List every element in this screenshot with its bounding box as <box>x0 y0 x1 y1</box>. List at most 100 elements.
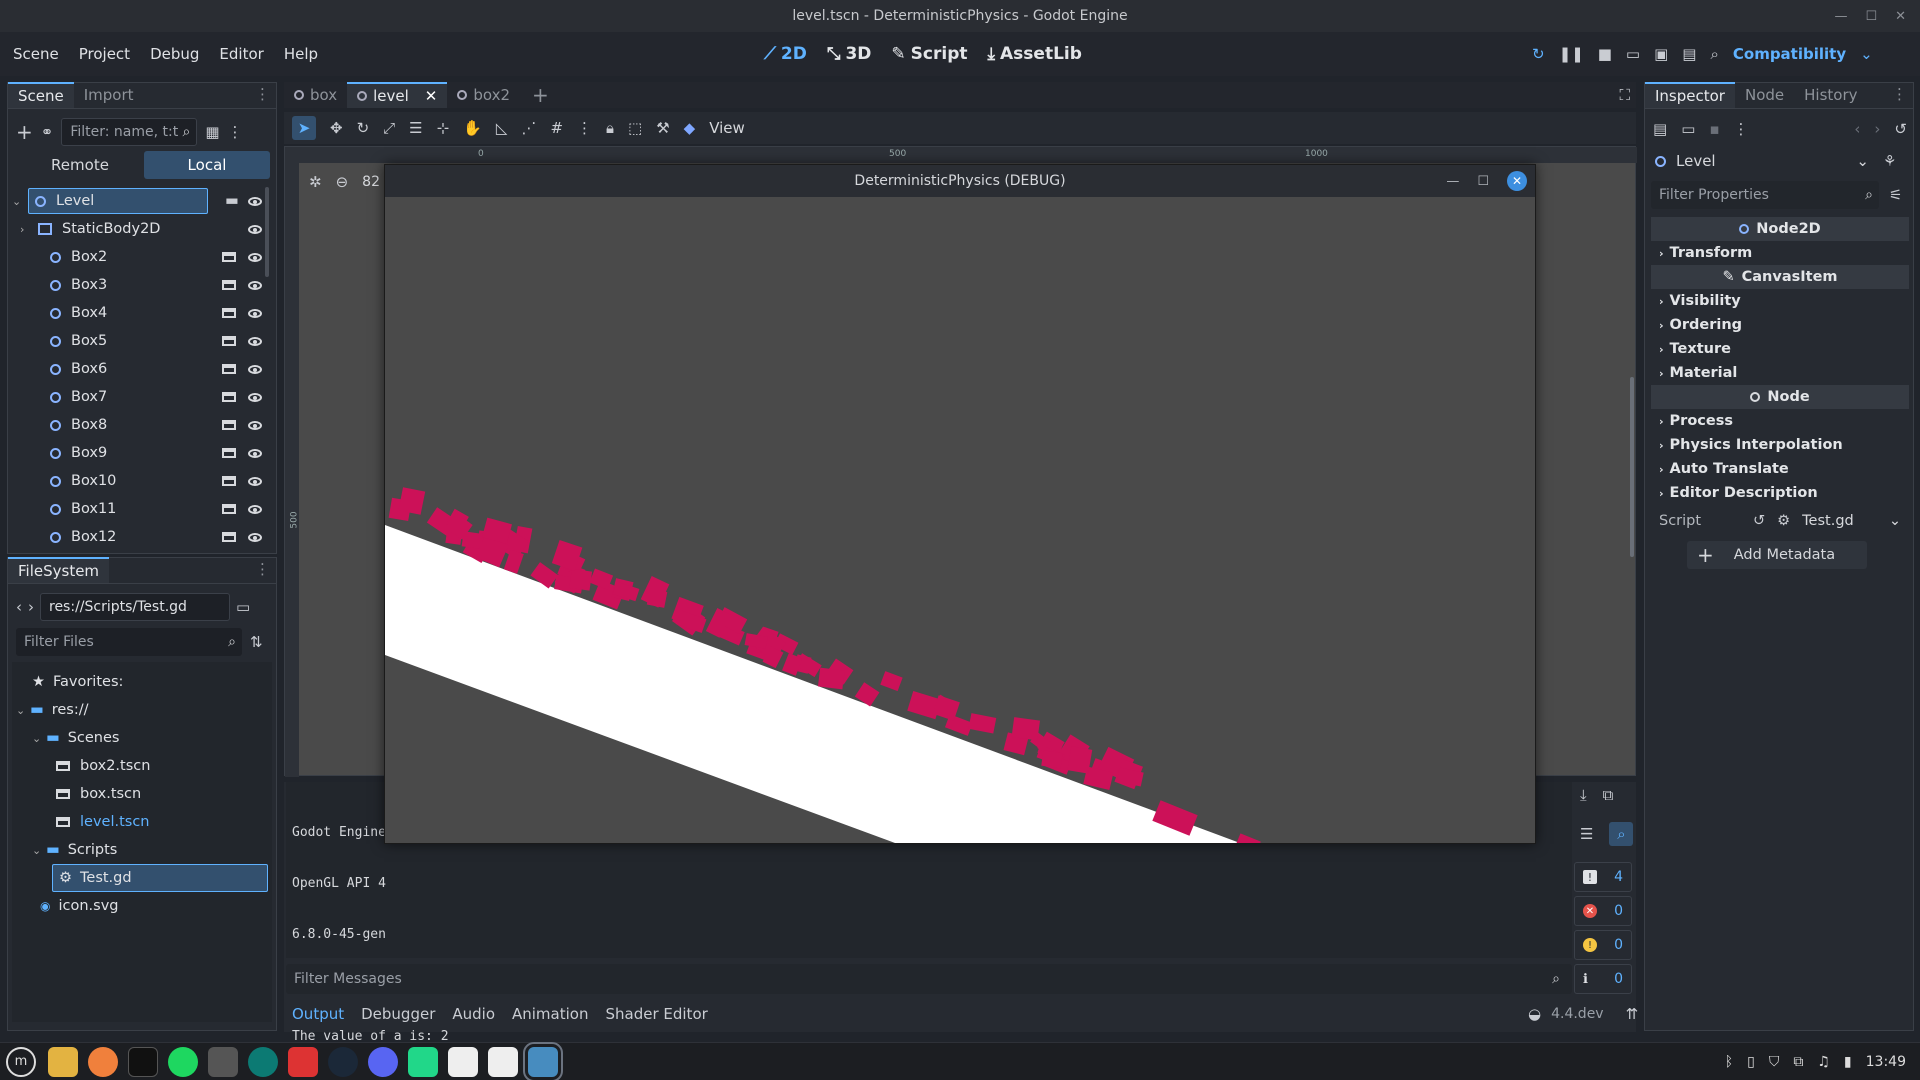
filter-warnings-toggle[interactable]: ! 0 <box>1574 930 1632 960</box>
main-script-button[interactable]: ✎ Script <box>891 44 967 64</box>
visibility-eye-icon[interactable] <box>248 392 262 402</box>
favorites-row[interactable]: ★ Favorites: <box>32 668 123 696</box>
main-3d-button[interactable]: ⤡ 3D <box>827 44 872 64</box>
game-window[interactable]: DeterministicPhysics (DEBUG) — ☐ ✕ <box>384 164 1536 844</box>
visibility-eye-icon[interactable] <box>248 336 262 346</box>
section-visibility[interactable]: › Visibility <box>1651 289 1909 313</box>
remote-debug-icon[interactable]: ▭ <box>1626 45 1640 63</box>
scene-filter-input[interactable]: Filter: name, t:t ⌕ <box>61 118 198 146</box>
tree-row-box3[interactable]: Box3 <box>12 271 266 299</box>
instance-icon[interactable] <box>222 448 236 458</box>
clear-log-icon[interactable]: ⤓ <box>1580 786 1587 804</box>
visibility-eye-icon[interactable] <box>248 252 262 262</box>
tab-history[interactable]: History <box>1794 82 1867 108</box>
visibility-eye-icon[interactable] <box>248 532 262 542</box>
node-info-icon[interactable]: ⚘ <box>1883 152 1896 170</box>
bone-icon[interactable]: ⚒ <box>656 119 669 137</box>
terminal-icon[interactable] <box>128 1046 158 1077</box>
grid-snap-icon[interactable]: # <box>550 119 563 137</box>
script-value[interactable]: Test.gd <box>1802 513 1854 529</box>
file-filter-input[interactable]: Filter Files ⌕ <box>16 628 242 656</box>
scene-tab-box2[interactable]: box2 <box>447 82 520 108</box>
close-icon[interactable]: ✕ <box>1895 9 1906 24</box>
spotify-icon[interactable] <box>168 1046 198 1077</box>
file-row-test-gd[interactable]: ⚙ Test.gd <box>52 864 268 892</box>
smart-snap-icon[interactable]: ⋰ <box>521 119 536 137</box>
pan-tool-icon[interactable]: ✋ <box>463 119 482 137</box>
section-transform[interactable]: › Transform <box>1651 241 1909 265</box>
file-row-box-tscn[interactable]: box.tscn <box>56 780 141 808</box>
firefox-icon[interactable] <box>88 1046 118 1077</box>
renderer-select[interactable]: Compatibility <box>1733 45 1846 63</box>
visibility-eye-icon[interactable] <box>248 196 262 206</box>
tab-inspector[interactable]: Inspector <box>1645 82 1735 108</box>
files-icon[interactable] <box>48 1046 78 1077</box>
instance-icon[interactable] <box>222 252 236 262</box>
main-2d-button[interactable]: ⟋ 2D <box>764 44 807 64</box>
forward-icon[interactable]: › <box>28 598 34 616</box>
open-folder-icon[interactable]: ▭ <box>1681 120 1695 138</box>
tab-filesystem[interactable]: FileSystem <box>8 557 110 583</box>
close-icon[interactable]: ✕ <box>1507 171 1527 191</box>
visibility-eye-icon[interactable] <box>248 476 262 486</box>
bottom-tab-audio[interactable]: Audio <box>452 1005 495 1023</box>
shield-icon[interactable]: ⛉ <box>1769 1054 1780 1070</box>
section-ordering[interactable]: › Ordering <box>1651 313 1909 337</box>
scene-tab-box[interactable]: box <box>284 82 347 108</box>
tree-row-box11[interactable]: Box11 <box>12 495 266 523</box>
section-process[interactable]: › Process <box>1651 409 1909 433</box>
instance-icon[interactable] <box>222 280 236 290</box>
select-tool-icon[interactable]: ➤ <box>292 116 316 140</box>
visibility-eye-icon[interactable] <box>248 448 262 458</box>
res-root-row[interactable]: ⌄ ▬ res:// <box>16 696 88 724</box>
back-icon[interactable]: ‹ <box>16 598 22 616</box>
tree-row-box6[interactable]: Box6 <box>12 355 266 383</box>
expand-panel-icon[interactable]: ⇈ <box>1626 1005 1639 1023</box>
run-scene-icon[interactable]: ▤ <box>1682 45 1696 63</box>
property-settings-icon[interactable]: ⚟ <box>1889 186 1902 204</box>
section-texture[interactable]: › Texture <box>1651 337 1909 361</box>
camera-override-icon[interactable]: ◆ <box>684 119 696 137</box>
menu-editor[interactable]: Editor <box>219 45 263 63</box>
object-selector[interactable]: Level ⌄ <box>1651 147 1875 175</box>
bottom-tab-animation[interactable]: Animation <box>512 1005 588 1023</box>
steam-icon[interactable] <box>328 1046 358 1077</box>
tree-row-level[interactable]: Level <box>28 188 208 214</box>
view-menu[interactable]: View <box>709 119 745 137</box>
instance-icon[interactable] <box>222 308 236 318</box>
menu-help[interactable]: Help <box>284 45 318 63</box>
dock-menu-icon[interactable]: ⋮ <box>255 85 270 103</box>
save-icon[interactable]: ▪ <box>1709 120 1719 138</box>
main-assetlib-button[interactable]: ⤓ AssetLib <box>988 44 1082 64</box>
move-tool-icon[interactable]: ✥ <box>330 119 343 137</box>
tool-icon[interactable] <box>288 1046 318 1077</box>
script-attached-icon[interactable]: ▬ <box>225 193 239 209</box>
tree-row-box12[interactable]: Box12 <box>12 523 266 551</box>
reload-icon[interactable]: ↻ <box>1532 45 1545 63</box>
visibility-eye-icon[interactable] <box>248 280 262 290</box>
tab-scene[interactable]: Scene <box>8 82 74 108</box>
menu-debug[interactable]: Debug <box>150 45 199 63</box>
add-node-icon[interactable]: + <box>16 120 33 144</box>
rotate-tool-icon[interactable]: ↻ <box>357 119 370 137</box>
dock-menu-icon[interactable]: ⋮ <box>255 560 270 578</box>
filter-messages-toggle[interactable]: ! 4 <box>1574 862 1632 892</box>
section-material[interactable]: › Material <box>1651 361 1909 385</box>
path-input[interactable]: res://Scripts/Test.gd <box>40 593 230 621</box>
discord-icon[interactable] <box>368 1046 398 1077</box>
search-icon[interactable]: ⌕ <box>1609 822 1634 846</box>
list-select-icon[interactable]: ☰ <box>409 119 422 137</box>
history-forward-icon[interactable]: › <box>1874 120 1880 138</box>
sort-icon[interactable]: ⇅ <box>250 633 263 651</box>
distraction-free-icon[interactable]: ⛶ <box>1619 86 1630 104</box>
chevron-down-icon[interactable]: ⌄ <box>1889 513 1901 529</box>
file-row-level-tscn[interactable]: level.tscn <box>56 808 150 836</box>
tree-row-box7[interactable]: Box7 <box>12 383 266 411</box>
battery-icon[interactable]: ▮ <box>1844 1054 1852 1070</box>
chevron-down-icon[interactable]: ⌄ <box>1860 45 1873 63</box>
section-physics-interpolation[interactable]: › Physics Interpolation <box>1651 433 1909 457</box>
more-icon[interactable]: ⋮ <box>1734 120 1749 138</box>
tab-node[interactable]: Node <box>1735 82 1794 108</box>
dock-menu-icon[interactable]: ⋮ <box>1892 85 1907 103</box>
section-editor-description[interactable]: › Editor Description <box>1651 481 1909 505</box>
